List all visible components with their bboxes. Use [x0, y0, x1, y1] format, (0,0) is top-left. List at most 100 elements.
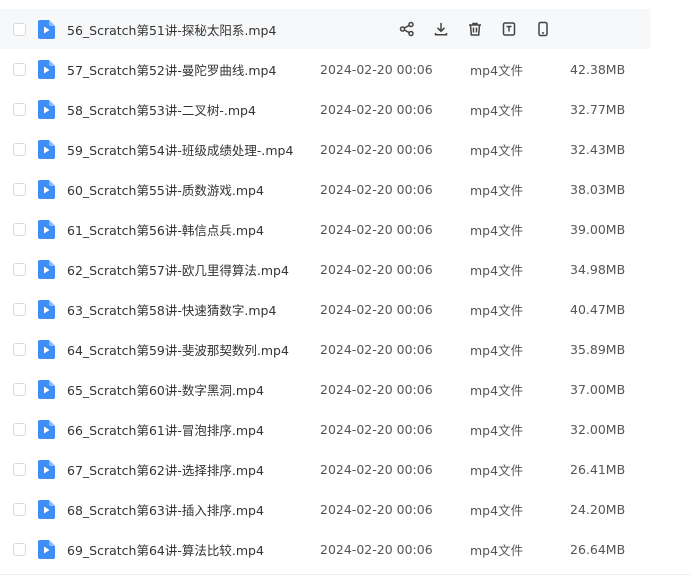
- rename-icon[interactable]: [500, 20, 518, 38]
- file-date: 2024-02-20 00:06: [320, 341, 433, 357]
- video-file-icon: [38, 339, 55, 359]
- file-name[interactable]: 66_Scratch第61讲-冒泡排序.mp4: [67, 420, 264, 439]
- download-icon[interactable]: [432, 20, 450, 38]
- file-type: mp4文件: [470, 222, 524, 238]
- row-actions: [398, 20, 568, 38]
- row-checkbox[interactable]: [13, 222, 26, 236]
- video-file-icon: [38, 99, 55, 119]
- file-date: 2024-02-20 00:06: [320, 61, 433, 77]
- file-row[interactable]: 57_Scratch第52讲-曼陀罗曲线.mp4 2024-02-20 00:0…: [0, 49, 651, 89]
- file-row[interactable]: 65_Scratch第60讲-数字黑洞.mp4 2024-02-20 00:06…: [0, 369, 651, 409]
- row-checkbox[interactable]: [13, 22, 26, 36]
- file-row[interactable]: 59_Scratch第54讲-班级成绩处理-.mp4 2024-02-20 00…: [0, 129, 651, 169]
- file-date: 2024-02-20 00:06: [320, 101, 433, 117]
- file-name[interactable]: 60_Scratch第55讲-质数游戏.mp4: [67, 180, 264, 199]
- file-size: 38.03MB: [570, 181, 626, 197]
- file-size: 34.98MB: [570, 261, 626, 277]
- video-file-icon: [38, 59, 55, 79]
- file-size: 37.00MB: [570, 381, 626, 397]
- file-row[interactable]: 61_Scratch第56讲-韩信点兵.mp4 2024-02-20 00:06…: [0, 209, 651, 249]
- video-file-icon: [38, 219, 55, 239]
- file-date: 2024-02-20 00:06: [320, 541, 433, 557]
- file-name[interactable]: 64_Scratch第59讲-斐波那契数列.mp4: [67, 340, 289, 359]
- video-file-icon: [38, 499, 55, 519]
- file-name[interactable]: 57_Scratch第52讲-曼陀罗曲线.mp4: [67, 60, 276, 79]
- file-name[interactable]: 59_Scratch第54讲-班级成绩处理-.mp4: [67, 140, 293, 159]
- file-row[interactable]: 64_Scratch第59讲-斐波那契数列.mp4 2024-02-20 00:…: [0, 329, 651, 369]
- file-row[interactable]: 66_Scratch第61讲-冒泡排序.mp4 2024-02-20 00:06…: [0, 409, 651, 449]
- file-name[interactable]: 63_Scratch第58讲-快速猜数字.mp4: [67, 300, 276, 319]
- file-name[interactable]: 69_Scratch第64讲-算法比较.mp4: [67, 540, 264, 559]
- file-name[interactable]: 67_Scratch第62讲-选择排序.mp4: [67, 460, 264, 479]
- file-type: mp4文件: [470, 382, 524, 398]
- file-size: 26.64MB: [570, 541, 626, 557]
- file-type: mp4文件: [470, 182, 524, 198]
- file-type: mp4文件: [470, 342, 524, 358]
- file-name[interactable]: 65_Scratch第60讲-数字黑洞.mp4: [67, 380, 264, 399]
- file-name[interactable]: 62_Scratch第57讲-欧几里得算法.mp4: [67, 260, 289, 279]
- video-file-icon: [38, 539, 55, 559]
- file-row[interactable]: 63_Scratch第58讲-快速猜数字.mp4 2024-02-20 00:0…: [0, 289, 651, 329]
- file-date: 2024-02-20 00:06: [320, 501, 433, 517]
- file-name[interactable]: 56_Scratch第51讲-探秘太阳系.mp4: [67, 20, 276, 39]
- file-row[interactable]: 62_Scratch第57讲-欧几里得算法.mp4 2024-02-20 00:…: [0, 249, 651, 289]
- row-checkbox[interactable]: [13, 422, 26, 436]
- file-date: 2024-02-20 00:06: [320, 381, 433, 397]
- video-file-icon: [38, 299, 55, 319]
- row-checkbox[interactable]: [13, 302, 26, 316]
- phone-icon[interactable]: [534, 20, 552, 38]
- file-type: mp4文件: [470, 422, 524, 438]
- share-icon[interactable]: [398, 20, 416, 38]
- video-file-icon: [38, 19, 55, 39]
- file-name[interactable]: 61_Scratch第56讲-韩信点兵.mp4: [67, 220, 264, 239]
- file-date: 2024-02-20 00:06: [320, 301, 433, 317]
- file-type: mp4文件: [470, 142, 524, 158]
- row-checkbox[interactable]: [13, 262, 26, 276]
- file-row[interactable]: 56_Scratch第51讲-探秘太阳系.mp4: [0, 9, 651, 49]
- file-type: mp4文件: [470, 502, 524, 518]
- row-checkbox[interactable]: [13, 542, 26, 556]
- file-date: 2024-02-20 00:06: [320, 461, 433, 477]
- video-file-icon: [38, 379, 55, 399]
- file-type: mp4文件: [470, 542, 524, 558]
- video-file-icon: [38, 139, 55, 159]
- row-checkbox[interactable]: [13, 462, 26, 476]
- file-size: 32.77MB: [570, 101, 626, 117]
- video-file-icon: [38, 459, 55, 479]
- file-row[interactable]: 68_Scratch第63讲-插入排序.mp4 2024-02-20 00:06…: [0, 489, 651, 529]
- file-type: mp4文件: [470, 262, 524, 278]
- file-type: mp4文件: [470, 462, 524, 478]
- row-checkbox[interactable]: [13, 62, 26, 76]
- file-type: mp4文件: [470, 62, 524, 78]
- file-size: 32.43MB: [570, 141, 626, 157]
- file-date: 2024-02-20 00:06: [320, 421, 433, 437]
- file-size: 24.20MB: [570, 501, 626, 517]
- row-checkbox[interactable]: [13, 102, 26, 116]
- file-date: 2024-02-20 00:06: [320, 181, 433, 197]
- delete-icon[interactable]: [466, 20, 484, 38]
- file-size: 35.89MB: [570, 341, 626, 357]
- file-row[interactable]: 58_Scratch第53讲-二叉树-.mp4 2024-02-20 00:06…: [0, 89, 651, 129]
- file-date: 2024-02-20 00:06: [320, 141, 433, 157]
- row-checkbox[interactable]: [13, 142, 26, 156]
- row-checkbox[interactable]: [13, 382, 26, 396]
- file-date: 2024-02-20 00:06: [320, 221, 433, 237]
- file-name[interactable]: 58_Scratch第53讲-二叉树-.mp4: [67, 100, 256, 119]
- row-checkbox[interactable]: [13, 342, 26, 356]
- file-row[interactable]: 60_Scratch第55讲-质数游戏.mp4 2024-02-20 00:06…: [0, 169, 651, 209]
- video-file-icon: [38, 179, 55, 199]
- file-size: 42.38MB: [570, 61, 626, 77]
- video-file-icon: [38, 259, 55, 279]
- file-size: 26.41MB: [570, 461, 626, 477]
- file-row[interactable]: 69_Scratch第64讲-算法比较.mp4 2024-02-20 00:06…: [0, 529, 651, 569]
- file-row[interactable]: 67_Scratch第62讲-选择排序.mp4 2024-02-20 00:06…: [0, 449, 651, 489]
- file-size: 39.00MB: [570, 221, 626, 237]
- row-checkbox[interactable]: [13, 182, 26, 196]
- file-name[interactable]: 68_Scratch第63讲-插入排序.mp4: [67, 500, 264, 519]
- list-divider: [0, 574, 691, 575]
- row-checkbox[interactable]: [13, 502, 26, 516]
- file-type: mp4文件: [470, 302, 524, 318]
- file-size: 32.00MB: [570, 421, 626, 437]
- file-date: 2024-02-20 00:06: [320, 261, 433, 277]
- video-file-icon: [38, 419, 55, 439]
